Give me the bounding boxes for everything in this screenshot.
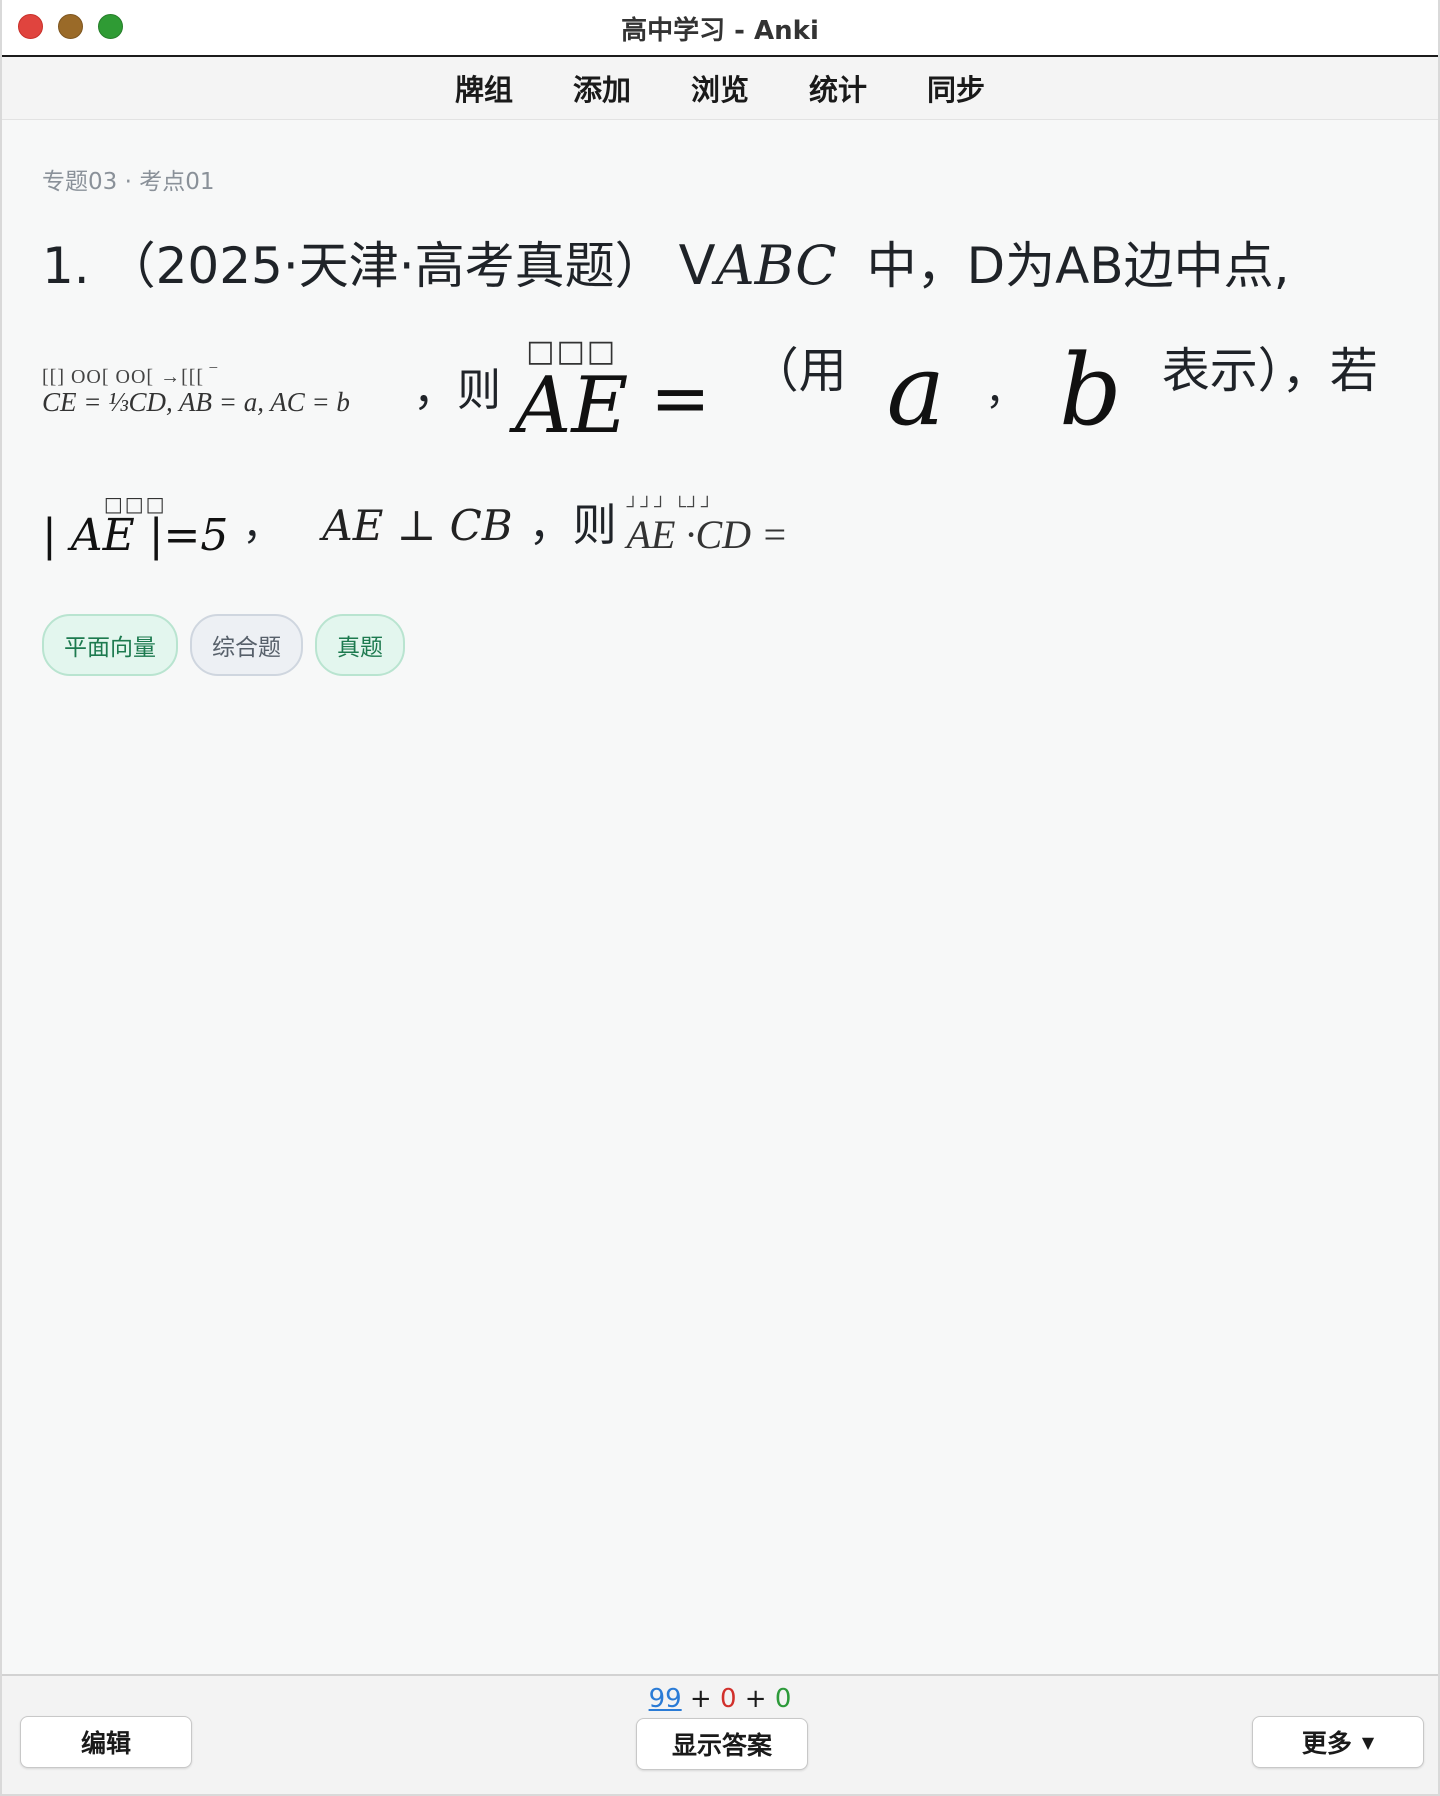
formula-text: CE = ⅓CD, AB = a, AC = b bbox=[42, 386, 350, 417]
due-counts: 99 + 0 + 0 bbox=[2, 1684, 1438, 1714]
vector-b-symbol: b bbox=[1059, 334, 1122, 448]
more-label: 更多 bbox=[1301, 1729, 1352, 1758]
tag-plane-vectors[interactable]: 平面向量 bbox=[42, 614, 178, 676]
question-line1-suffix: 中，D为AB边中点, bbox=[866, 237, 1290, 295]
question-line-2: [[] ΟΟ[ ΟΟ[ →[[[ ‾ CE = ⅓CD, AB = a, AC … bbox=[42, 316, 1414, 466]
caret-down-icon: ▼ bbox=[1361, 1732, 1375, 1752]
question-prefix: 1. （2025·天津·高考真题） bbox=[42, 237, 665, 295]
more-button[interactable]: 更多 ▼ bbox=[1252, 1716, 1424, 1768]
count-plus-1: + bbox=[681, 1684, 720, 1714]
title-bar: 高中学习 - Anki bbox=[2, 0, 1438, 57]
vector-ae-label: AE bbox=[515, 361, 629, 451]
vector-a-symbol: a bbox=[886, 334, 946, 448]
menu-browse[interactable]: 浏览 bbox=[689, 67, 751, 109]
tag-real-exam[interactable]: 真题 bbox=[315, 614, 405, 676]
question-line-3: □□□ | AE |=5 ， AE ⊥ CB ，则 ┘┘┘ └┘┘ AE ·CD… bbox=[42, 466, 1414, 586]
menu-add[interactable]: 添加 bbox=[571, 67, 633, 109]
anki-window: 高中学习 - Anki 牌组 添加 浏览 统计 同步 专题03 · 考点01 1… bbox=[0, 0, 1440, 1796]
formula-overlay-boxes: [[] ΟΟ[ ΟΟ[ →[[[ ‾ bbox=[42, 365, 218, 388]
breadcrumb: 专题03 · 考点01 bbox=[42, 169, 215, 195]
paren-use-text: （用 bbox=[750, 343, 847, 399]
then-text-2: ，则 bbox=[528, 500, 617, 551]
menu-decks[interactable]: 牌组 bbox=[453, 67, 515, 109]
triangle-abc: ABC bbox=[715, 234, 837, 297]
vector-conditions-formula: [[] ΟΟ[ ΟΟ[ →[[[ ‾ CE = ⅓CD, AB = a, AC … bbox=[42, 367, 407, 416]
window-title: 高中学习 - Anki bbox=[621, 16, 819, 46]
new-count[interactable]: 99 bbox=[649, 1684, 682, 1714]
triangle-symbol: V bbox=[678, 234, 716, 297]
tag-list: 平面向量 综合题 真题 bbox=[42, 614, 1414, 676]
perpendicular-condition: AE ⊥ CB bbox=[322, 501, 513, 550]
dot-product-text: AE ·CD = bbox=[626, 512, 789, 557]
abs-ae-label: | AE |=5 bbox=[42, 510, 229, 561]
then-text: ，则 bbox=[413, 365, 501, 416]
show-answer-button[interactable]: 显示答案 bbox=[636, 1718, 808, 1770]
comma-2: ， bbox=[242, 503, 283, 549]
review-count: 0 bbox=[774, 1684, 792, 1714]
menu-stats[interactable]: 统计 bbox=[807, 67, 869, 109]
dot-product-formula: ┘┘┘ └┘┘ AE ·CD = bbox=[627, 497, 788, 555]
vector-ae: □□□ AE bbox=[515, 337, 629, 451]
card-content: 专题03 · 考点01 1. （2025·天津·高考真题） V ABC 中，D为… bbox=[42, 160, 1414, 676]
question-line-1: 1. （2025·天津·高考真题） V ABC 中，D为AB边中点, bbox=[42, 226, 1414, 306]
top-toolbar: 牌组 添加 浏览 统计 同步 bbox=[2, 57, 1438, 120]
count-plus-2: + bbox=[736, 1684, 775, 1714]
bottom-bar: 99 + 0 + 0 编辑 显示答案 更多 ▼ bbox=[2, 1674, 1438, 1794]
question-text: 1. （2025·天津·高考真题） V ABC 中，D为AB边中点, [[] Ο… bbox=[42, 226, 1414, 586]
menu-sync[interactable]: 同步 bbox=[925, 67, 987, 109]
comma-1: ， bbox=[985, 368, 1026, 414]
question-line2-suffix: 表示），若 bbox=[1161, 343, 1378, 399]
abs-ae-expression: □□□ | AE |=5 bbox=[42, 494, 228, 558]
tag-comprehensive[interactable]: 综合题 bbox=[190, 614, 303, 676]
edit-button[interactable]: 编辑 bbox=[20, 1716, 192, 1768]
learning-count: 0 bbox=[720, 1684, 737, 1714]
equals-sign: = bbox=[650, 356, 711, 440]
